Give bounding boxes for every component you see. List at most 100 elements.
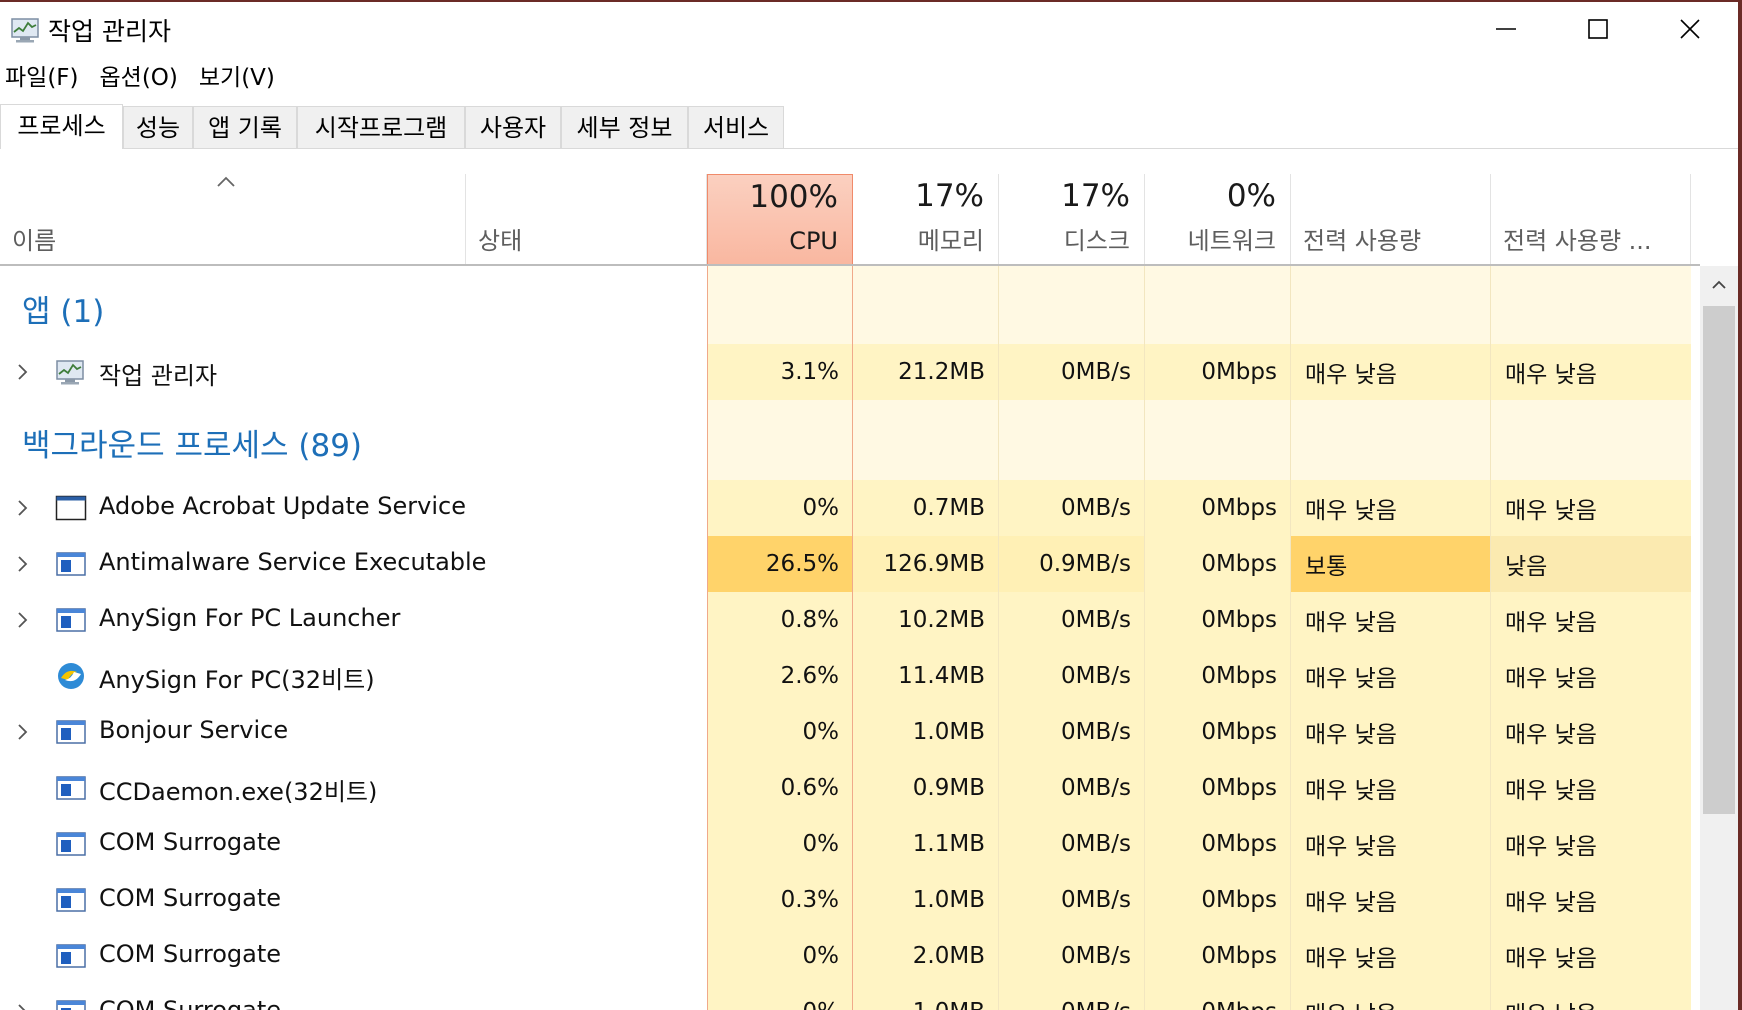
tab-details[interactable]: 세부 정보 <box>561 106 688 148</box>
tab-performance[interactable]: 성능 <box>123 106 193 148</box>
column-memory[interactable]: 17% 메모리 <box>853 174 999 266</box>
table-row[interactable]: Bonjour Service 0% 1.0MB 0MB/s 0Mbps 매우 … <box>0 704 1700 760</box>
maximize-icon <box>1588 19 1608 39</box>
memory-cell: 0.9MB <box>853 760 999 816</box>
tab-users[interactable]: 사용자 <box>465 106 561 148</box>
chevron-right-icon[interactable] <box>16 498 30 518</box>
power-trend-cell: 매우 낮음 <box>1491 928 1691 984</box>
network-cell: 0Mbps <box>1145 648 1291 704</box>
chevron-right-icon[interactable] <box>16 1002 30 1010</box>
cpu-cell: 0% <box>707 480 853 536</box>
table-row[interactable]: Antimalware Service Executable 26.5% 126… <box>0 536 1700 592</box>
column-status[interactable]: 상태 <box>466 174 707 266</box>
column-name[interactable]: 이름 <box>0 174 466 266</box>
vertical-scrollbar[interactable] <box>1700 266 1738 1010</box>
memory-cell: 0.7MB <box>853 480 999 536</box>
memory-cell: 2.0MB <box>853 928 999 984</box>
scroll-thumb[interactable] <box>1703 306 1735 814</box>
disk-cell: 0MB/s <box>999 928 1145 984</box>
cpu-cell: 2.6% <box>707 648 853 704</box>
memory-cell: 1.1MB <box>853 816 999 872</box>
chevron-right-icon[interactable] <box>16 362 30 382</box>
table-row[interactable]: COM Surrogate 0% 1.1MB 0MB/s 0Mbps 매우 낮음… <box>0 816 1700 872</box>
power-trend-cell: 매우 낮음 <box>1491 480 1691 536</box>
column-power-trend[interactable]: 전력 사용량 ... <box>1491 174 1691 266</box>
table-row[interactable]: Adobe Acrobat Update Service 0% 0.7MB 0M… <box>0 480 1700 536</box>
group-header-apps[interactable]: 앱 (1) <box>0 266 1700 344</box>
cpu-cell: 0% <box>707 984 853 1010</box>
tab-services[interactable]: 서비스 <box>688 106 784 148</box>
process-window-icon <box>56 888 86 912</box>
process-name: COM Surrogate <box>99 828 282 856</box>
power-trend-cell: 매우 낮음 <box>1491 344 1691 400</box>
table-row[interactable]: 작업 관리자 3.1% 21.2MB 0MB/s 0Mbps 매우 낮음 매우 … <box>0 344 1700 400</box>
process-name: COM Surrogate <box>99 940 282 968</box>
network-cell: 0Mbps <box>1145 872 1291 928</box>
disk-cell: 0MB/s <box>999 592 1145 648</box>
task-manager-window: 작업 관리자 파일(F) 옵션(O) 보기(V) 프로세스 성능 앱 기록 시작… <box>0 0 1742 1010</box>
table-row[interactable]: CCDaemon.exe(32비트) 0.6% 0.9MB 0MB/s 0Mbp… <box>0 760 1700 816</box>
minimize-button[interactable] <box>1460 2 1552 56</box>
network-cell: 0Mbps <box>1145 592 1291 648</box>
power-cell: 매우 낮음 <box>1291 704 1491 760</box>
close-button[interactable] <box>1644 2 1736 56</box>
menu-options[interactable]: 옵션(O) <box>95 60 194 96</box>
power-cell: 매우 낮음 <box>1291 344 1491 400</box>
tab-app-history[interactable]: 앱 기록 <box>193 106 297 148</box>
power-cell: 매우 낮음 <box>1291 760 1491 816</box>
group-heat-cell <box>999 400 1145 480</box>
group-heat-cell <box>999 266 1145 344</box>
group-header-background[interactable]: 백그라운드 프로세스 (89) <box>0 400 1700 480</box>
cpu-cell: 26.5% <box>707 536 853 592</box>
power-cell: 매우 낮음 <box>1291 592 1491 648</box>
tab-strip: 프로세스 성능 앱 기록 시작프로그램 사용자 세부 정보 서비스 <box>0 104 1738 149</box>
scroll-up-button[interactable] <box>1700 266 1738 304</box>
process-list: 앱 (1) 작업 관리자 3.1% 21.2MB 0MB/s 0Mbps 매우 … <box>0 266 1700 1010</box>
process-window-icon <box>56 832 86 856</box>
task-manager-icon <box>11 18 39 43</box>
column-cpu[interactable]: 100% CPU <box>707 174 853 266</box>
memory-cell: 126.9MB <box>853 536 999 592</box>
table-row[interactable]: COM Surrogate 0% 1.0MB 0MB/s 0Mbps 매우 낮음… <box>0 984 1700 1010</box>
power-cell: 매우 낮음 <box>1291 648 1491 704</box>
chevron-right-icon[interactable] <box>16 610 30 630</box>
disk-cell: 0MB/s <box>999 816 1145 872</box>
power-cell: 매우 낮음 <box>1291 984 1491 1010</box>
minimize-icon <box>1496 28 1516 30</box>
group-heat-cell <box>1145 266 1291 344</box>
column-network[interactable]: 0% 네트워크 <box>1145 174 1291 266</box>
group-heat-cell <box>1291 400 1491 480</box>
network-total-percent: 0% <box>1226 178 1276 214</box>
process-name: Antimalware Service Executable <box>99 548 487 576</box>
column-power[interactable]: 전력 사용량 <box>1291 174 1491 266</box>
chevron-right-icon[interactable] <box>16 554 30 574</box>
power-trend-cell: 매우 낮음 <box>1491 704 1691 760</box>
network-cell: 0Mbps <box>1145 816 1291 872</box>
tab-startup[interactable]: 시작프로그램 <box>297 106 465 148</box>
tab-processes[interactable]: 프로세스 <box>0 104 123 149</box>
group-heat-cell <box>1491 266 1691 344</box>
disk-cell: 0MB/s <box>999 760 1145 816</box>
table-row[interactable]: AnySign For PC(32비트) 2.6% 11.4MB 0MB/s 0… <box>0 648 1700 704</box>
disk-cell: 0MB/s <box>999 344 1145 400</box>
memory-cell: 21.2MB <box>853 344 999 400</box>
power-cell: 매우 낮음 <box>1291 816 1491 872</box>
column-power-label: 전력 사용량 <box>1303 227 1422 255</box>
column-disk[interactable]: 17% 디스크 <box>999 174 1145 266</box>
group-heat-cell <box>1491 400 1691 480</box>
memory-cell: 11.4MB <box>853 648 999 704</box>
title-bar[interactable]: 작업 관리자 <box>0 2 1738 56</box>
network-cell: 0Mbps <box>1145 928 1291 984</box>
menu-file[interactable]: 파일(F) <box>0 60 95 96</box>
network-cell: 0Mbps <box>1145 984 1291 1010</box>
chevron-right-icon[interactable] <box>16 722 30 742</box>
maximize-button[interactable] <box>1552 2 1644 56</box>
process-name: AnySign For PC Launcher <box>99 604 401 632</box>
group-heat-cell <box>1291 266 1491 344</box>
process-name: AnySign For PC(32비트) <box>99 666 375 694</box>
table-row[interactable]: COM Surrogate 0% 2.0MB 0MB/s 0Mbps 매우 낮음… <box>0 928 1700 984</box>
table-row[interactable]: COM Surrogate 0.3% 1.0MB 0MB/s 0Mbps 매우 … <box>0 872 1700 928</box>
process-window-icon <box>56 1000 86 1010</box>
table-row[interactable]: AnySign For PC Launcher 0.8% 10.2MB 0MB/… <box>0 592 1700 648</box>
menu-view[interactable]: 보기(V) <box>194 60 291 96</box>
